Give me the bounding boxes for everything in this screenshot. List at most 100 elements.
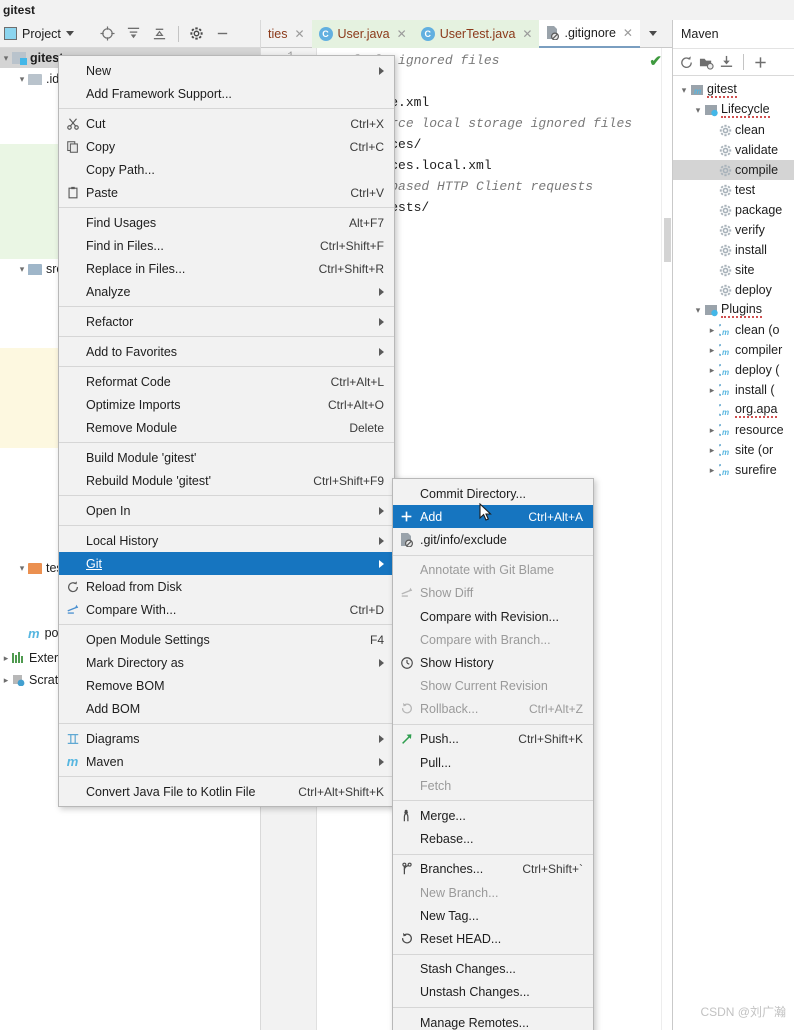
menu-item-cut[interactable]: Cut Ctrl+X [59,112,394,135]
menu-item-diagrams[interactable]: Diagrams [59,727,394,750]
chevron-right-icon[interactable]: ▸ [705,365,719,376]
collapse-all-icon[interactable] [148,22,172,46]
menu-item-local-history[interactable]: Local History [59,529,394,552]
close-icon[interactable]: ✕ [294,27,304,41]
submenu-item-merge[interactable]: Merge... [393,804,593,827]
maven-row-install[interactable]: install [673,240,794,260]
editor-scrollbar[interactable] [661,48,672,1030]
editor-tab-properties[interactable]: ties ✕ [261,20,312,48]
maven-row-plugin-install[interactable]: ▸ m install ( [673,380,794,400]
maven-row-lifecycle[interactable]: ▾ Lifecycle [673,100,794,120]
submenu-item-branches[interactable]: Branches... Ctrl+Shift+` [393,858,593,881]
context-menu[interactable]: New Add Framework Support... Cut Ctrl+X … [58,55,395,807]
chevron-right-icon[interactable]: ▸ [705,385,719,396]
chevron-right-icon[interactable]: ▸ [0,653,12,664]
maven-row-site[interactable]: site [673,260,794,280]
menu-item-compare-with[interactable]: Compare With... Ctrl+D [59,598,394,621]
chevron-right-icon[interactable]: ▸ [705,345,719,356]
menu-item-convert-java-to-kotlin[interactable]: Convert Java File to Kotlin File Ctrl+Al… [59,780,394,803]
menu-item-copy[interactable]: Copy Ctrl+C [59,135,394,158]
menu-item-open-module-settings[interactable]: Open Module Settings F4 [59,628,394,651]
chevron-right-icon[interactable]: ▸ [705,325,719,336]
submenu-item-git-info-exclude[interactable]: .git/info/exclude [393,528,593,551]
chevron-down-icon[interactable]: ▾ [691,305,705,316]
submenu-item-reset-head[interactable]: Reset HEAD... [393,927,593,950]
menu-item-maven[interactable]: m Maven [59,750,394,773]
menu-item-mark-directory-as[interactable]: Mark Directory as [59,651,394,674]
menu-item-find-in-files[interactable]: Find in Files... Ctrl+Shift+F [59,234,394,257]
submenu-item-add[interactable]: Add Ctrl+Alt+A [393,505,593,529]
menu-item-optimize-imports[interactable]: Optimize Imports Ctrl+Alt+O [59,393,394,416]
editor-tab-gitignore[interactable]: .gitignore ✕ [539,20,640,48]
execute-goal-icon[interactable] [699,55,714,70]
maven-row-plugin-orgapache[interactable]: m org.apa [673,400,794,420]
hide-panel-icon[interactable] [211,22,235,46]
menu-item-add-to-favorites[interactable]: Add to Favorites [59,340,394,363]
menu-item-reload-from-disk[interactable]: Reload from Disk [59,575,394,598]
menu-item-open-in[interactable]: Open In [59,499,394,522]
maven-row-plugin-site[interactable]: ▸ m site (or [673,440,794,460]
close-icon[interactable]: ✕ [522,27,532,41]
menu-item-paste[interactable]: Paste Ctrl+V [59,181,394,204]
maven-row-test[interactable]: test [673,180,794,200]
submenu-item-show-history[interactable]: Show History [393,651,593,674]
submenu-item-rebase[interactable]: Rebase... [393,828,593,851]
menu-item-build-module[interactable]: Build Module 'gitest' [59,446,394,469]
menu-item-copy-path[interactable]: Copy Path... [59,158,394,181]
project-tab[interactable]: Project [0,20,82,48]
maven-row-plugins[interactable]: ▾ Plugins [673,300,794,320]
chevron-down-icon[interactable] [65,31,74,36]
settings-gear-icon[interactable] [185,22,209,46]
editor-tab-user-java[interactable]: C User.java ✕ [311,20,414,48]
submenu-item-pull[interactable]: Pull... [393,751,593,774]
maven-row-plugin-surefire[interactable]: ▸ m surefire [673,460,794,480]
maven-row-compile[interactable]: compile [673,160,794,180]
maven-row-plugin-deploy[interactable]: ▸ m deploy ( [673,360,794,380]
submenu-item-unstash-changes[interactable]: Unstash Changes... [393,981,593,1004]
maven-row-validate[interactable]: validate [673,140,794,160]
tree-row-src[interactable]: ▾ src [16,259,63,279]
chevron-right-icon[interactable]: ▸ [705,425,719,436]
scrollbar-thumb[interactable] [664,218,671,262]
maven-row-plugin-clean[interactable]: ▸ m clean (o [673,320,794,340]
reload-all-projects-icon[interactable] [679,55,694,70]
submenu-item-new-tag[interactable]: New Tag... [393,904,593,927]
menu-item-new[interactable]: New [59,59,394,82]
maven-row-plugin-compiler[interactable]: ▸ m compiler [673,340,794,360]
expand-all-icon[interactable] [122,22,146,46]
editor-tab-usertest-java[interactable]: C UserTest.java ✕ [413,20,540,48]
maven-row-plugin-resources[interactable]: ▸ m resource [673,420,794,440]
chevron-down-icon[interactable]: ▾ [16,563,28,574]
menu-item-remove-module[interactable]: Remove Module Delete [59,416,394,439]
add-maven-project-icon[interactable] [753,55,768,70]
submenu-item-manage-remotes[interactable]: Manage Remotes... [393,1011,593,1030]
menu-item-refactor[interactable]: Refactor [59,310,394,333]
maven-row-verify[interactable]: verify [673,220,794,240]
chevron-down-icon[interactable]: ▾ [16,74,28,85]
maven-row-gitest[interactable]: ▾ m gitest [673,80,794,100]
maven-row-package[interactable]: package [673,200,794,220]
menu-item-rebuild-module[interactable]: Rebuild Module 'gitest' Ctrl+Shift+F9 [59,469,394,492]
menu-item-analyze[interactable]: Analyze [59,280,394,303]
maven-row-clean[interactable]: clean [673,120,794,140]
menu-item-replace-in-files[interactable]: Replace in Files... Ctrl+Shift+R [59,257,394,280]
maven-tree[interactable]: ▾ m gitest ▾ Lifecycle clean validate co… [673,76,794,480]
menu-item-find-usages[interactable]: Find Usages Alt+F7 [59,211,394,234]
chevron-down-icon[interactable]: ▾ [0,53,12,64]
close-icon[interactable]: ✕ [397,27,407,41]
submenu-item-push[interactable]: Push... Ctrl+Shift+K [393,728,593,751]
menu-item-git[interactable]: Git [59,552,394,575]
menu-item-reformat-code[interactable]: Reformat Code Ctrl+Alt+L [59,370,394,393]
menu-item-remove-bom[interactable]: Remove BOM [59,674,394,697]
git-submenu[interactable]: Commit Directory... Add Ctrl+Alt+A .git/… [392,478,594,1030]
submenu-item-compare-with-revision[interactable]: Compare with Revision... [393,605,593,628]
maven-row-deploy[interactable]: deploy [673,280,794,300]
chevron-right-icon[interactable]: ▸ [705,445,719,456]
submenu-item-stash-changes[interactable]: Stash Changes... [393,958,593,981]
submenu-item-commit-directory[interactable]: Commit Directory... [393,482,593,505]
chevron-right-icon[interactable]: ▸ [705,465,719,476]
chevron-right-icon[interactable]: ▸ [0,675,12,686]
menu-item-add-bom[interactable]: Add BOM [59,697,394,720]
menu-item-add-framework-support[interactable]: Add Framework Support... [59,82,394,105]
locate-target-icon[interactable] [96,22,120,46]
